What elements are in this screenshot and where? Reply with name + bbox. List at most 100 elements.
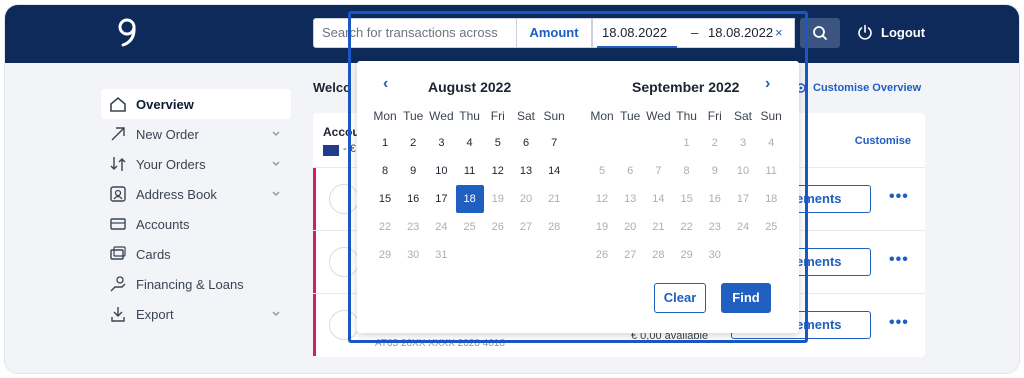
selected-day-cell[interactable]: 18	[455, 185, 484, 213]
day-cell: 11	[765, 165, 777, 177]
day-cell: 30	[407, 249, 420, 261]
weekday-label: Wed	[646, 109, 671, 123]
sidebar-item-label: Cards	[136, 246, 171, 262]
day-cell: 13	[624, 193, 637, 205]
weekday-label: Sat	[733, 109, 752, 123]
download-icon	[111, 307, 125, 322]
day-cell[interactable]: 5	[484, 129, 512, 157]
sidebar-item-label: New Order	[136, 126, 199, 142]
day-cell: 21	[652, 221, 665, 233]
day-cell: 18	[765, 193, 778, 205]
day-cell: 28	[548, 221, 561, 233]
logout-button[interactable]: Logout	[857, 24, 925, 40]
day-cell: 7	[655, 165, 662, 177]
day-cell: 3	[739, 137, 747, 149]
day-cell[interactable]: 1	[371, 129, 399, 157]
day-cell[interactable]: 12	[484, 157, 512, 185]
day-cell: 31	[435, 249, 448, 261]
day-cell[interactable]: 7	[540, 129, 568, 157]
day-cell: 23	[708, 221, 721, 233]
chevron-down-icon[interactable]	[271, 189, 281, 199]
day-cell: 8	[683, 165, 690, 177]
day-cell[interactable]: 3	[427, 129, 455, 157]
day-cell[interactable]: 17	[427, 185, 455, 213]
sidebar-item-label: Export	[136, 306, 174, 322]
day-cell: 17	[736, 193, 750, 205]
day-cell: 12	[595, 193, 609, 205]
prev-month-button[interactable]: ‹	[383, 75, 388, 93]
chevron-down-icon[interactable]	[271, 159, 281, 169]
customise-overview-link[interactable]: Customise Overview	[795, 82, 921, 94]
sidebar-item-new-order[interactable]: New Order	[101, 119, 291, 149]
day-cell: 15	[680, 193, 693, 205]
weekday-label: Thu	[459, 109, 480, 123]
day-cell: 26	[491, 221, 504, 233]
day-cell: 1	[683, 137, 690, 149]
day-cell[interactable]: 8	[371, 157, 399, 185]
day-cell: 22	[680, 221, 693, 233]
weekday-label: Fri	[490, 109, 505, 123]
day-cell[interactable]: 10	[427, 157, 455, 185]
day-cell: 26	[595, 249, 609, 261]
welcome-text: Welco	[313, 80, 352, 95]
date-picker-popup: ‹ › August 2022 September 2022 Clear Fin…	[357, 61, 799, 333]
day-cell[interactable]: 16	[399, 185, 427, 213]
sidebar-item-label: Accounts	[136, 216, 190, 232]
day-cell[interactable]: 14	[540, 157, 568, 185]
sidebar-item-financing-loans[interactable]: Financing & Loans	[101, 269, 291, 299]
weekday-label: Thu	[676, 109, 697, 123]
more-options-icon[interactable]: •••	[889, 251, 909, 269]
day-cell[interactable]: 15	[371, 185, 399, 213]
day-cell: 20	[519, 193, 533, 205]
day-cell: 4	[768, 137, 775, 149]
sidebar-item-label: Address Book	[136, 186, 217, 202]
weekday-label: Sat	[516, 109, 535, 123]
day-cell[interactable]: 13	[512, 157, 540, 185]
more-options-icon[interactable]: •••	[889, 314, 909, 332]
day-cell[interactable]: 6	[512, 129, 540, 157]
more-options-icon[interactable]: •••	[889, 188, 909, 206]
day-cell: 10	[736, 165, 750, 177]
chevron-down-icon[interactable]	[271, 129, 281, 139]
day-cell: 25	[765, 221, 778, 233]
contact-icon	[110, 186, 126, 202]
day-cell: 6	[627, 165, 634, 177]
day-cell: 27	[624, 249, 637, 261]
weekday-label: Mon	[590, 109, 614, 123]
sidebar-item-your-orders[interactable]: Your Orders	[101, 149, 291, 179]
loan-icon	[110, 276, 126, 292]
month-title-right: September 2022	[632, 79, 740, 95]
day-cell: 21	[548, 193, 561, 205]
day-cell: 23	[407, 221, 420, 233]
find-button[interactable]: Find	[721, 283, 771, 313]
day-cell: 19	[595, 221, 609, 233]
weekday-label: Mon	[373, 109, 397, 123]
day-cell[interactable]: 11	[456, 157, 484, 185]
day-cell: 27	[519, 221, 533, 233]
next-month-button[interactable]: ›	[765, 75, 770, 93]
day-cell: 14	[652, 193, 665, 205]
sidebar-item-accounts[interactable]: Accounts	[101, 209, 291, 239]
sidebar-item-label: Financing & Loans	[136, 276, 244, 292]
sidebar-item-label: Overview	[136, 96, 194, 112]
day-cell: 29	[680, 249, 693, 261]
weekday-label: Sun	[543, 109, 565, 123]
day-cell[interactable]: 4	[456, 129, 484, 157]
sidebar-item-overview[interactable]: Overview	[101, 89, 291, 119]
day-cell[interactable]: 9	[399, 157, 427, 185]
sidebar: Overview New Order Your Orders Address Book…	[101, 89, 291, 329]
logout-label: Logout	[881, 24, 926, 40]
sidebar-item-cards[interactable]: Cards	[101, 239, 291, 269]
day-cell[interactable]: 2	[399, 129, 427, 157]
weekday-label: Tue	[403, 109, 424, 123]
day-cell: 19	[491, 193, 504, 205]
day-cell: 20	[624, 221, 637, 233]
day-cell: 2	[711, 137, 718, 149]
clear-button[interactable]: Clear	[654, 283, 706, 313]
card-customise-link[interactable]: Customise	[855, 135, 911, 147]
chevron-down-icon[interactable]	[271, 309, 281, 319]
sidebar-item-export[interactable]: Export	[101, 299, 291, 329]
day-cell: 29	[378, 249, 392, 261]
sidebar-item-address-book[interactable]: Address Book	[101, 179, 291, 209]
power-icon	[858, 24, 872, 40]
